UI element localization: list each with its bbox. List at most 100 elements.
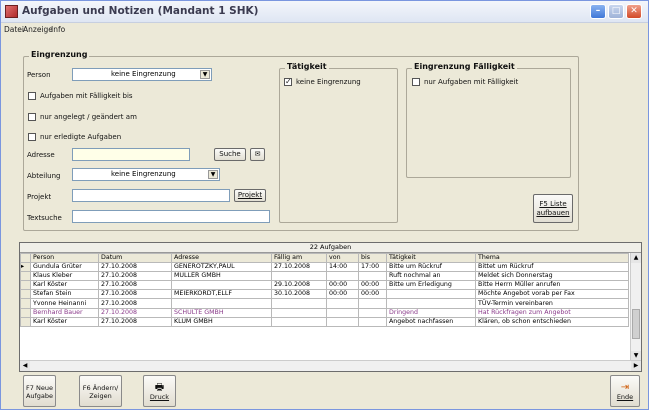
cell-bis: 00:00 [358,289,387,300]
cell-bis [358,316,387,327]
projekt-input[interactable] [72,189,230,202]
col-faellig[interactable]: Fällig am [271,252,327,264]
horizontal-scrollbar[interactable]: ◀ ▶ [20,360,641,371]
cell-faellig [271,316,327,327]
druck-label: Druck [149,393,170,401]
col-von[interactable]: von [326,252,359,264]
cell-person: Klaus Kleber [30,271,99,282]
f7-line1: F7 Neue [26,384,53,392]
cell-thema: Meldet sich Donnerstag [475,271,629,282]
cell-adresse [171,280,272,291]
menu-anzeige[interactable]: Anzeige [23,25,53,34]
abteilung-label: Abteilung [27,172,61,180]
person-select-value: keine Eingrenzung [111,70,176,78]
ende-button[interactable]: ⇥ Ende [610,375,640,407]
cell-faellig [271,271,327,282]
f5-button-line1: F5 Liste [539,200,567,208]
cell-adresse: GENEROTZKY,PAUL [171,262,272,273]
col-bis[interactable]: bis [358,252,387,264]
vertical-scrollbar[interactable]: ▲ ▼ [630,253,641,361]
cell-bis [358,271,387,282]
erledigt-label: nur erledigte Aufgaben [40,133,122,141]
menu-datei[interactable]: Datei [4,25,24,34]
ende-label: Ende [616,393,634,401]
scroll-thumb[interactable] [632,309,640,339]
textsuche-input[interactable] [72,210,270,223]
table-row[interactable]: Karl Köster 27.10.2008 KLUM GMBH Angebot na… [20,316,629,327]
table-row[interactable]: Stefan Stein 27.10.2008 MEIERKORDT,ELLF 30.… [20,289,629,300]
f5-liste-button[interactable]: F5 Liste aufbauen [533,194,573,223]
cell-adresse: MÜLLER GMBH [171,271,272,282]
exit-icon: ⇥ [620,382,630,393]
faelligkeit-only-checkbox[interactable] [412,78,420,86]
taetigkeit-checkbox[interactable]: ✓ [284,78,292,86]
scroll-right-icon[interactable]: ▶ [631,361,641,371]
cell-taetigkeit [386,289,476,300]
taetigkeit-title: Tätigkeit [285,62,329,71]
col-taetigkeit[interactable]: Tätigkeit [386,252,476,264]
angelegt-label: nur angelegt / geändert am [40,113,137,121]
cell-datum: 27.10.2008 [98,298,172,309]
faelligkeit-title: Eingrenzung Fälligkeit [412,62,517,71]
angelegt-checkbox[interactable] [28,113,36,121]
cell-thema: Hat Rückfragen zum Angebot [475,307,629,318]
cell-taetigkeit: Dringend [386,307,476,318]
abteilung-select[interactable]: keine Eingrenzung ▼ [72,168,220,181]
grid-caption: 22 Aufgaben [20,243,641,253]
menu-info[interactable]: Info [51,25,65,34]
druck-button[interactable]: 🖶 Druck [143,375,176,407]
filter-group-title: Eingrenzung [29,50,90,59]
faelligkeit-label: Aufgaben mit Fälligkeit bis [40,92,133,100]
cell-von: 14:00 [326,262,359,273]
cell-datum: 27.10.2008 [98,307,172,318]
person-select[interactable]: keine Eingrenzung ▼ [72,68,212,81]
cell-bis [358,307,387,318]
cell-bis: 17:00 [358,262,387,273]
adresse-input[interactable] [72,148,190,161]
aufgaben-table: Person Datum Adresse Fällig am von bis T… [20,252,629,327]
app-icon [5,5,18,18]
erledigt-checkbox[interactable] [28,133,36,141]
mail-icon[interactable]: ✉ [250,148,265,161]
scroll-up-icon[interactable]: ▲ [631,253,641,263]
table-row[interactable]: Yvonne Heinanni 27.10.2008 TÜV-Termin vere… [20,298,629,309]
minimize-button[interactable]: – [590,4,606,19]
aendern-zeigen-button[interactable]: F6 Ändern/ Zeigen [79,375,122,407]
col-datum[interactable]: Datum [98,252,172,264]
table-row[interactable]: Karl Köster 27.10.2008 29.10.2008 00:00 00:0… [20,280,629,291]
suche-button[interactable]: Suche [214,148,246,161]
printer-icon: 🖶 [154,382,165,393]
title-bar: Aufgaben und Notizen (Mandant 1 SHK) – □… [1,1,648,23]
col-adresse[interactable]: Adresse [171,252,272,264]
cell-von [326,316,359,327]
maximize-button[interactable]: □ [608,4,624,19]
scroll-left-icon[interactable]: ◀ [20,361,30,371]
neue-aufgabe-button[interactable]: F7 Neue Aufgabe [23,375,56,407]
table-header-row: Person Datum Adresse Fällig am von bis T… [20,252,629,264]
cell-taetigkeit: Bitte um Erledigung [386,280,476,291]
cell-adresse: SCHULTE GMBH [171,307,272,318]
faelligkeit-checkbox[interactable] [28,92,36,100]
f7-line2: Aufgabe [25,392,54,400]
abteilung-select-value: keine Eingrenzung [111,170,176,178]
taetigkeit-checkbox-label: keine Eingrenzung [296,78,361,86]
table-row-highlighted[interactable]: Bernhard Bauer 27.10.2008 SCHULTE GMBH Drin… [20,307,629,318]
projekt-label: Projekt [27,193,52,201]
cell-von: 00:00 [326,289,359,300]
col-thema[interactable]: Thema [475,252,629,264]
cell-datum: 27.10.2008 [98,280,172,291]
cell-datum: 27.10.2008 [98,262,172,273]
person-label: Person [27,71,51,79]
cell-adresse [171,298,272,309]
table-row[interactable]: ▸ Gundula Grüter 27.10.2008 GENEROTZKY,PAU… [20,262,629,273]
close-button[interactable]: ✕ [626,4,642,19]
cell-thema: Bittet um Rückruf [475,262,629,273]
cell-thema: Möchte Angebot vorab per Fax [475,289,629,300]
projekt-button[interactable]: Projekt [234,189,266,202]
col-person[interactable]: Person [30,252,99,264]
table-row[interactable]: Klaus Kleber 27.10.2008 MÜLLER GMBH Ruft no… [20,271,629,282]
cell-taetigkeit [386,298,476,309]
cell-person: Gundula Grüter [30,262,99,273]
cell-von: 00:00 [326,280,359,291]
cell-adresse: MEIERKORDT,ELLF [171,289,272,300]
